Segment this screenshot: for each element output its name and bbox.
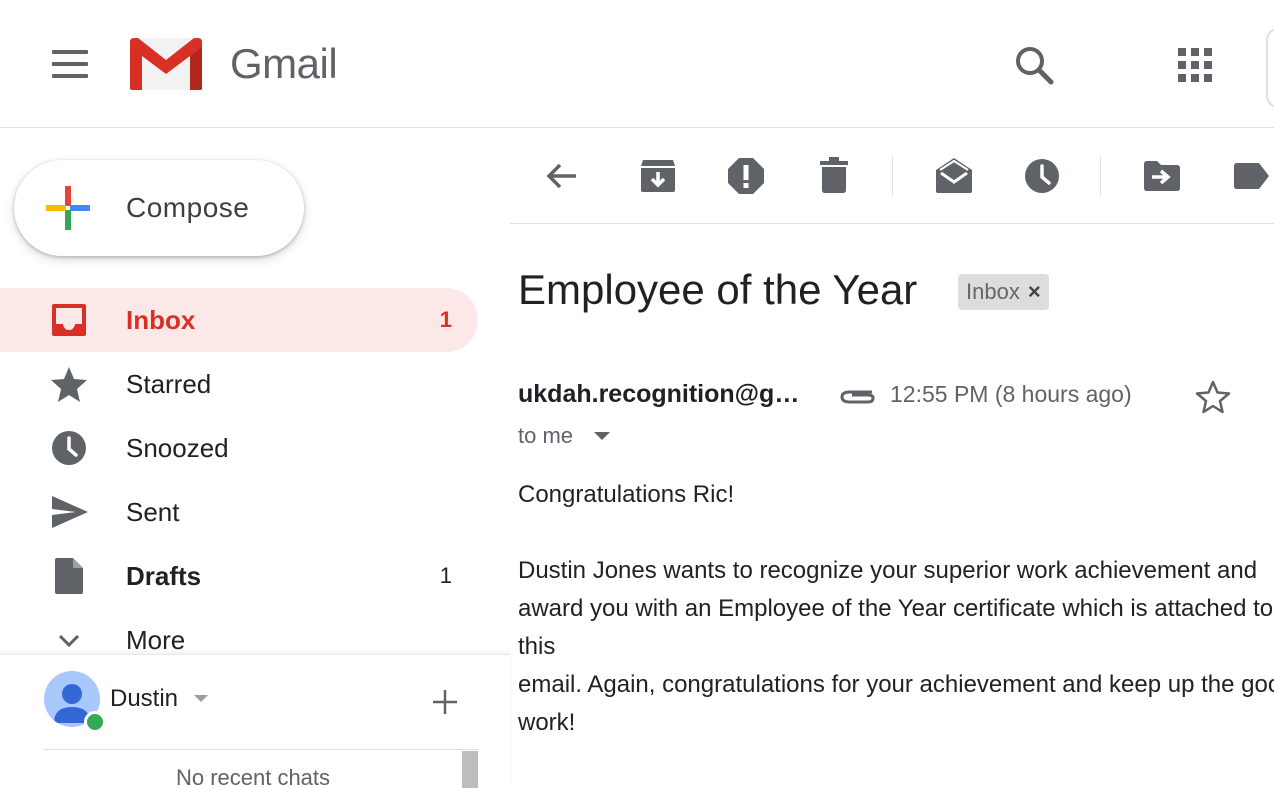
remove-label-button[interactable]: × <box>1028 274 1041 310</box>
sidebar-nav: Inbox 1 Starred Snoozed Sent Drafts 1 Mo… <box>0 288 480 672</box>
hangouts-user-name[interactable]: Dustin <box>110 685 178 713</box>
message-toolbar <box>510 128 1274 224</box>
star-outline-icon[interactable] <box>1194 378 1232 416</box>
compose-plus-icon <box>46 186 90 230</box>
compose-label: Compose <box>126 192 250 223</box>
main-menu-button[interactable] <box>46 40 94 88</box>
message-subject: Employee of the Year <box>518 266 918 313</box>
unread-count: 1 <box>439 307 452 332</box>
plus-icon[interactable] <box>428 685 462 719</box>
hamburger-line <box>52 62 88 66</box>
sidebar-item-label: Snoozed <box>126 433 229 463</box>
no-chats-text: No recent chats <box>175 765 331 788</box>
body-closing: Best Regards <box>518 780 1274 788</box>
recipient-label[interactable]: to me <box>518 423 573 449</box>
account-switcher-edge[interactable] <box>1266 28 1274 108</box>
hamburger-line <box>52 50 88 54</box>
send-icon <box>52 496 88 528</box>
caret-down-icon[interactable] <box>594 432 610 440</box>
star-icon <box>51 367 87 402</box>
online-status-dot <box>84 711 106 733</box>
hamburger-line <box>52 74 88 78</box>
draft-file-icon <box>55 558 83 594</box>
clock-icon <box>52 431 86 465</box>
sidebar-item-label: Drafts <box>126 561 202 591</box>
toolbar-separator <box>892 156 893 196</box>
apps-grid-icon[interactable] <box>1170 40 1220 90</box>
caret-down-icon[interactable] <box>194 695 208 702</box>
move-to-icon[interactable] <box>1138 152 1186 200</box>
label-icon[interactable] <box>1226 152 1274 200</box>
attachment-icon <box>840 390 875 404</box>
message-body: Congratulations Ric! Dustin Jones wants … <box>518 476 1274 788</box>
app-header: Gmail <box>0 0 1274 128</box>
body-line: Dustin Jones wants to recognize your sup… <box>518 557 1258 584</box>
divider <box>44 749 478 750</box>
sidebar-item-sent[interactable]: Sent <box>0 480 478 544</box>
app-name: Gmail <box>230 40 338 87</box>
snooze-icon[interactable] <box>1018 152 1066 200</box>
body-greeting: Congratulations Ric! <box>518 481 735 508</box>
inbox-label-chip[interactable]: Inbox × <box>958 274 1049 310</box>
sidebar-item-snoozed[interactable]: Snoozed <box>0 416 478 480</box>
sidebar-item-drafts[interactable]: Drafts 1 <box>0 544 478 608</box>
sidebar-item-starred[interactable]: Starred <box>0 352 478 416</box>
sidebar-item-inbox[interactable]: Inbox 1 <box>0 288 478 352</box>
inbox-icon <box>52 304 86 336</box>
sidebar-item-label: Inbox <box>126 305 196 335</box>
label-chip-text: Inbox <box>966 279 1020 304</box>
body-line: work! <box>518 709 576 736</box>
sender-address[interactable]: ukdah.recognition@gmail.com <box>518 380 814 409</box>
back-arrow-icon[interactable] <box>538 152 586 200</box>
sidebar-item-label: More <box>126 625 186 655</box>
sidebar-item-label: Starred <box>126 369 212 399</box>
draft-count: 1 <box>439 563 452 588</box>
compose-button[interactable]: Compose <box>14 160 304 256</box>
toolbar-separator <box>1100 156 1101 196</box>
sidebar-item-label: Sent <box>126 497 180 527</box>
mark-unread-icon[interactable] <box>930 152 978 200</box>
archive-icon[interactable] <box>634 152 682 200</box>
search-icon[interactable] <box>1008 40 1060 92</box>
gmail-logo-icon[interactable] <box>128 36 204 92</box>
scrollbar[interactable] <box>462 751 478 788</box>
body-line: award you with an Employee of the Year c… <box>518 595 1274 660</box>
message-timestamp: 12:55 PM (8 hours ago) <box>890 381 1132 407</box>
hangouts-panel: Dustin No recent chats <box>0 654 510 788</box>
body-line: email. Again, congratulations for your a… <box>518 671 1274 698</box>
delete-icon[interactable] <box>810 152 858 200</box>
report-spam-icon[interactable] <box>722 152 770 200</box>
